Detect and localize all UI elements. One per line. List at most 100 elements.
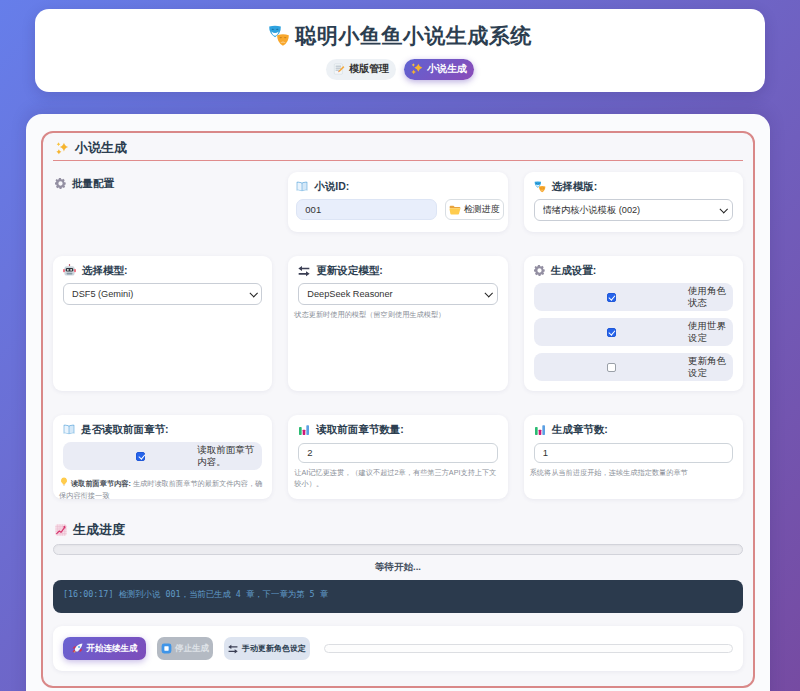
novel-id-label: 小说ID: [296,180,503,193]
chart-up-icon [55,524,67,536]
novel-id-panel: 小说ID: 检测进度 [288,172,507,232]
check-progress-button[interactable]: 检测进度 [445,199,504,220]
gen-settings-panel: 生成设置: 使用角色状态 使用世界设定 更新角色设定 [524,256,743,391]
use-world-setting-label: 使用世界设定 [688,320,730,344]
section-title-text: 小说生成 [75,139,127,157]
use-role-state-row: 使用角色状态 [534,283,733,311]
progress-bar [53,544,743,555]
config-grid: 批量配置 小说ID: 检测进度 [53,172,743,499]
gear-icon [534,265,545,276]
read-count-label: 读取前面章节数量: [298,423,497,436]
chapters-input[interactable] [534,443,733,463]
main-wrapper: 小说生成 批量配置 小说ID: 检测进度 [26,114,770,691]
progress-status: 等待开始... [53,561,743,574]
template-label: 选择模版: [534,180,733,193]
app-title-text: 聪明小鱼鱼小说生成系统 [295,22,532,50]
log-console[interactable]: [16:00:17] 检测到小说 001，当前已生成 4 章，下一章为第 5 章 [53,580,743,613]
progress-title: 生成进度 [55,523,743,537]
use-world-setting-checkbox[interactable] [607,328,616,337]
template-select-wrap: 情绪内核小说模板 (002) [534,199,733,221]
read-prev-hint-bold: 读取前面章节内容: [71,479,131,488]
stop-generation-button[interactable]: 停止生成 [157,637,213,660]
masks-icon [534,181,546,193]
section-divider [53,160,743,161]
read-count-text: 读取前面章节数量: [316,423,404,436]
start-generation-button[interactable]: 开始连续生成 [63,637,146,660]
read-prev-hint: 读取前面章节内容: 生成时读取前面章节的最新文件内容，确保内容衔接一致 [59,477,263,501]
progress-title-text: 生成进度 [73,521,125,539]
swap-arrows-icon [228,644,238,654]
read-prev-panel: 是否读取前面章节: 读取前面章节内容。 读取前面章节内容: 生成时读取前面章节的… [53,415,272,499]
bulb-icon [59,477,69,487]
sparkles-icon [56,142,69,155]
bar-chart-icon [298,424,310,436]
read-count-hint: 让AI记忆更连贯，（建议不超过2章，有些第三方API支持上下文较小）。 [294,467,498,489]
bar-chart-icon [534,424,546,436]
update-roles-button[interactable]: 手动更新角色设定 [224,637,310,660]
gen-settings-label: 生成设置: [534,264,733,277]
update-model-hint: 状态更新时使用的模型（留空则使用生成模型） [294,309,498,320]
chapters-panel: 生成章节数: 系统将从当前进度开始，连续生成指定数量的章节 [524,415,743,499]
batch-config-label: 批量配置 [55,177,272,190]
update-model-panel: 更新设定模型: DeepSeek Reasoner 状态更新时使用的模型（留空则… [288,256,507,391]
model-select-wrap: DSF5 (Gemini) [63,283,262,305]
use-world-setting-row: 使用世界设定 [534,318,733,346]
update-model-select-wrap: DeepSeek Reasoner [298,283,497,305]
update-role-setting-checkbox[interactable] [607,363,616,372]
read-prev-option-label: 读取前面章节内容。 [197,444,259,468]
novel-id-input[interactable] [296,199,436,220]
memo-icon [333,63,345,75]
use-role-state-checkbox[interactable] [607,293,616,302]
read-count-input[interactable] [298,443,497,463]
log-line: [16:00:17] 检测到小说 001，当前已生成 4 章，下一章为第 5 章 [63,589,733,600]
tab-label: 小说生成 [427,62,467,76]
template-select[interactable]: 情绪内核小说模板 (002) [534,199,733,221]
app-title: 聪明小鱼鱼小说生成系统 [268,22,532,50]
update-role-setting-label: 更新角色设定 [688,355,730,379]
section-title: 小说生成 [56,140,743,156]
chapters-text: 生成章节数: [552,423,608,436]
model-text: 选择模型: [82,264,128,277]
progress-block: 生成进度 等待开始... [16:00:17] 检测到小说 001，当前已生成 … [53,523,743,613]
update-role-setting-row: 更新角色设定 [534,353,733,381]
read-prev-row: 读取前面章节内容。 [63,442,262,470]
novel-generation-section: 小说生成 批量配置 小说ID: 检测进度 [41,131,755,688]
gear-icon [55,178,66,189]
start-label: 开始连续生成 [87,643,138,655]
batch-config-cell: 批量配置 [53,172,272,232]
update-model-select[interactable]: DeepSeek Reasoner [298,283,497,305]
gen-settings-text: 生成设置: [551,264,597,277]
template-text: 选择模版: [552,180,598,193]
header-tabs: 模版管理 小说生成 [326,59,474,80]
side-progress-bar [324,644,733,653]
header-card: 聪明小鱼鱼小说生成系统 模版管理 小说生成 [35,9,765,92]
open-book-icon [296,181,308,193]
folder-icon [449,204,461,216]
update-model-label: 更新设定模型: [298,264,497,277]
chapters-label: 生成章节数: [534,423,733,436]
masks-icon [268,25,290,47]
sparkles-icon [411,63,423,75]
model-select[interactable]: DSF5 (Gemini) [63,283,262,305]
model-panel: 选择模型: DSF5 (Gemini) [53,256,272,391]
read-prev-text: 是否读取前面章节: [81,423,169,436]
tab-label: 模版管理 [349,62,389,76]
read-prev-checkbox[interactable] [136,452,145,461]
stop-label: 停止生成 [175,643,209,655]
use-role-state-label: 使用角色状态 [688,285,730,309]
read-count-panel: 读取前面章节数量: 让AI记忆更连贯，（建议不超过2章，有些第三方API支持上下… [288,415,507,499]
template-panel: 选择模版: 情绪内核小说模板 (002) [524,172,743,232]
open-book-icon [63,424,75,436]
swap-arrows-icon [298,265,310,277]
tab-novel-generation[interactable]: 小说生成 [404,59,474,80]
rocket-icon [72,643,83,654]
check-progress-label: 检测进度 [464,203,500,216]
update-roles-label: 手动更新角色设定 [242,643,306,654]
model-label: 选择模型: [63,264,262,277]
stop-icon [161,643,172,654]
batch-config-text: 批量配置 [72,177,114,190]
chapters-hint: 系统将从当前进度开始，连续生成指定数量的章节 [530,467,734,478]
update-model-text: 更新设定模型: [316,264,383,277]
actions-panel: 开始连续生成 停止生成 手动更新角色设定 [53,626,743,671]
tab-template-management[interactable]: 模版管理 [326,59,396,80]
